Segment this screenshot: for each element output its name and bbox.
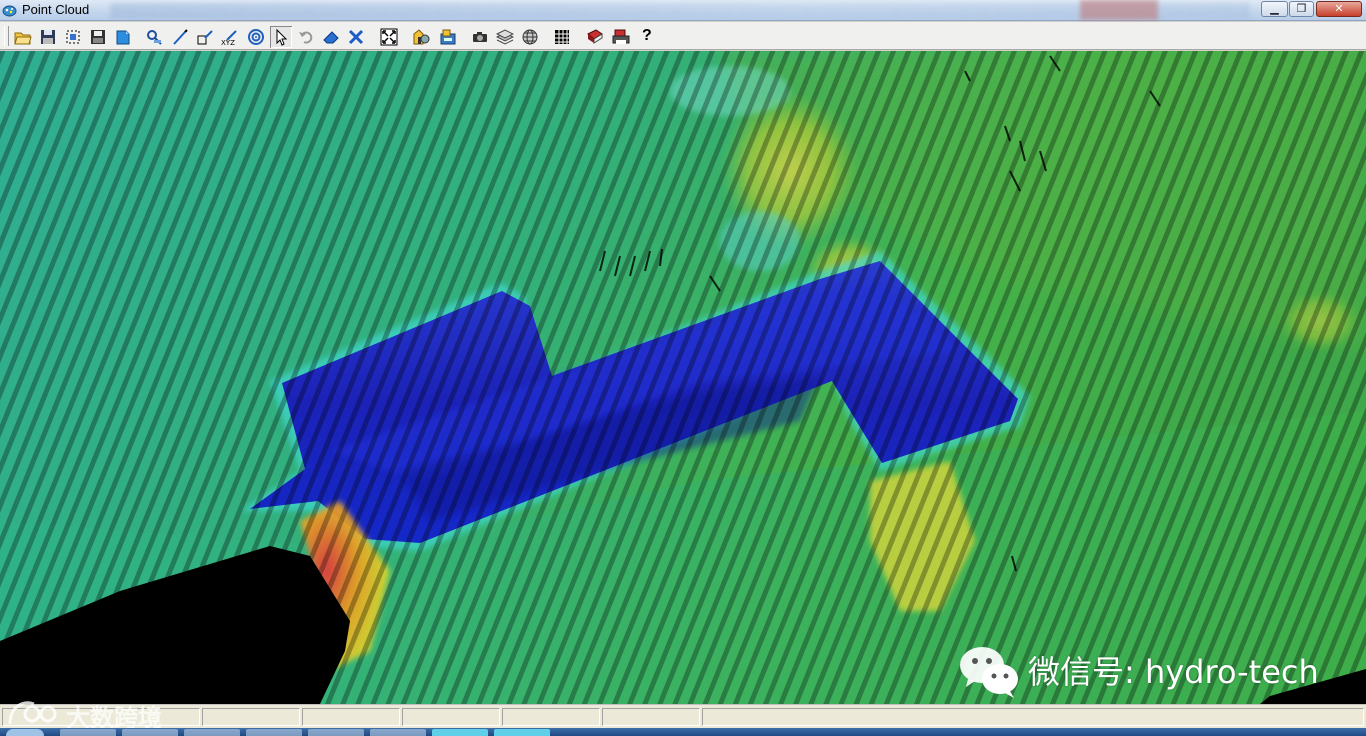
save-as-icon xyxy=(91,30,105,44)
taskbar-app-7[interactable] xyxy=(432,729,488,736)
measure-tool-button[interactable] xyxy=(143,26,165,48)
toolbar-grip[interactable] xyxy=(4,26,9,46)
taskbar-app-4[interactable] xyxy=(246,729,302,736)
select-region-button[interactable] xyxy=(62,26,84,48)
save-disk-icon xyxy=(41,30,55,44)
grid-view-button[interactable] xyxy=(551,26,573,48)
status-pane-4 xyxy=(402,708,500,726)
help-icon: ? xyxy=(642,27,652,44)
undo-icon xyxy=(299,31,313,44)
corner-logo-watermark: 大数跨境 xyxy=(4,696,194,732)
pointer-arrow-icon xyxy=(276,28,288,46)
logo-mark-icon xyxy=(8,701,57,725)
status-bar xyxy=(0,704,1366,728)
color-settings-icon xyxy=(413,29,430,45)
maximize-button[interactable]: ❐ xyxy=(1289,1,1314,17)
survey-line-stripes xyxy=(0,51,1366,704)
minimize-button[interactable]: ▁ xyxy=(1261,1,1288,17)
main-toolbar: XYZ ? xyxy=(0,22,1366,50)
eraser-button[interactable] xyxy=(320,26,342,48)
select-region-icon xyxy=(66,30,80,44)
blurred-badge xyxy=(1080,0,1158,20)
export-icon xyxy=(116,30,130,45)
wechat-icon xyxy=(960,647,1018,698)
close-button[interactable]: ✕ xyxy=(1316,1,1362,17)
pen-line-icon xyxy=(173,29,188,45)
xyz-coordinates-button[interactable]: XYZ xyxy=(219,26,241,48)
taskbar-app-1[interactable] xyxy=(60,729,116,736)
camera-icon xyxy=(473,32,487,42)
draw-line-button[interactable] xyxy=(169,26,191,48)
xyz-icon: XYZ xyxy=(221,30,237,46)
wechat-id-text: 微信号: hydro-tech xyxy=(1028,653,1319,691)
camera-button[interactable] xyxy=(469,26,491,48)
measure-icon xyxy=(147,30,162,45)
help-button[interactable]: ? xyxy=(636,26,658,48)
pen-box-icon xyxy=(197,30,213,45)
point-cloud-viewport[interactable]: 微信号: hydro-tech xyxy=(0,51,1366,704)
draw-box-button[interactable] xyxy=(194,26,216,48)
blurred-menu-area xyxy=(110,3,1250,19)
color-settings-button[interactable] xyxy=(410,26,432,48)
point-cloud-app-icon xyxy=(2,3,17,17)
open-folder-icon xyxy=(14,32,32,45)
start-orb[interactable] xyxy=(6,729,44,736)
book-button[interactable] xyxy=(584,26,606,48)
os-taskbar xyxy=(0,728,1366,736)
eraser-icon xyxy=(323,31,339,44)
pointer-button[interactable] xyxy=(270,26,292,48)
delete-x-icon xyxy=(348,29,364,45)
status-pane-6 xyxy=(602,708,700,726)
globe-button[interactable] xyxy=(519,26,541,48)
delete-button[interactable] xyxy=(345,26,367,48)
fit-extents-icon xyxy=(380,28,398,46)
title-bar: Point Cloud ▁ ❐ ✕ xyxy=(0,0,1366,21)
print-icon xyxy=(612,29,630,44)
save-button[interactable] xyxy=(37,26,59,48)
target-button[interactable] xyxy=(245,26,267,48)
wechat-watermark: 微信号: hydro-tech xyxy=(958,645,1358,699)
point-cloud-render[interactable] xyxy=(0,51,1366,704)
status-pane-7 xyxy=(702,708,1364,726)
taskbar-app-5[interactable] xyxy=(308,729,364,736)
render-settings-icon xyxy=(440,29,456,45)
render-settings-button[interactable] xyxy=(437,26,459,48)
taskbar-app-8[interactable] xyxy=(494,729,550,736)
window-title: Point Cloud xyxy=(22,2,90,17)
layers-button[interactable] xyxy=(494,26,516,48)
globe-icon xyxy=(522,29,538,45)
open-file-button[interactable] xyxy=(12,26,34,48)
taskbar-app-2[interactable] xyxy=(122,729,178,736)
undo-button[interactable] xyxy=(295,26,317,48)
save-as-button[interactable] xyxy=(87,26,109,48)
zoom-extents-button[interactable] xyxy=(378,26,400,48)
svg-text:XYZ: XYZ xyxy=(221,39,235,46)
status-pane-5 xyxy=(502,708,600,726)
layers-icon xyxy=(496,29,514,45)
status-pane-2 xyxy=(202,708,300,726)
book-icon xyxy=(587,29,603,44)
status-pane-3 xyxy=(302,708,400,726)
grid-view-icon xyxy=(555,30,569,44)
export-button[interactable] xyxy=(112,26,134,48)
print-button[interactable] xyxy=(610,26,632,48)
taskbar-app-6[interactable] xyxy=(370,729,426,736)
target-icon xyxy=(248,29,264,45)
taskbar-app-3[interactable] xyxy=(184,729,240,736)
